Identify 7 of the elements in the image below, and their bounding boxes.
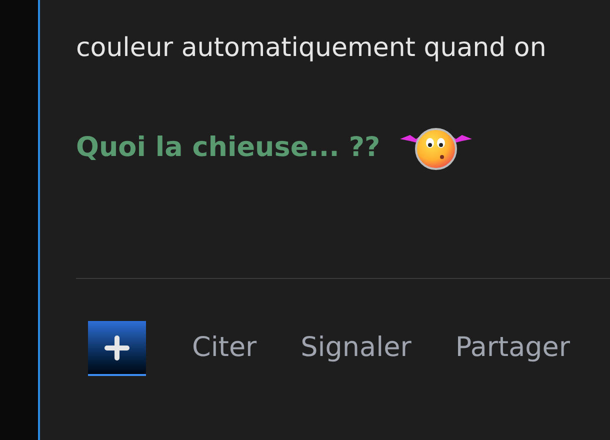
highlight-text: Quoi la chieuse... ?? bbox=[76, 130, 380, 165]
action-link[interactable]: Signaler bbox=[300, 328, 412, 369]
add-button[interactable] bbox=[88, 321, 146, 376]
action-link[interactable]: Citer bbox=[192, 328, 257, 369]
plus-icon bbox=[104, 334, 130, 360]
action-link[interactable]: Partager bbox=[455, 328, 570, 369]
post-text: couleur automatiquement quand on bbox=[76, 32, 548, 65]
